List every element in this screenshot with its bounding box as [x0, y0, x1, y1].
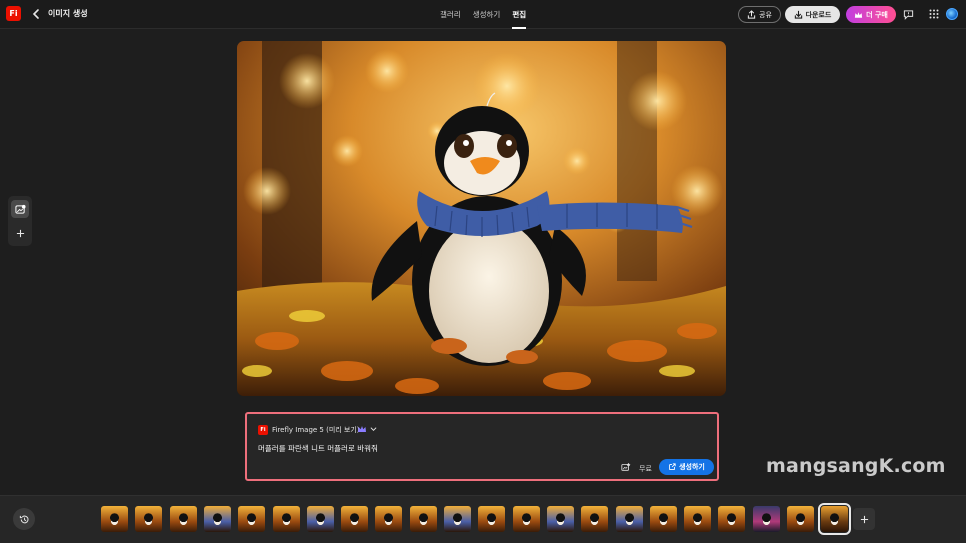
history-thumbnail[interactable] [581, 506, 609, 532]
download-icon [794, 10, 802, 19]
history-thumbnail[interactable] [818, 503, 852, 535]
history-thumbnail[interactable] [649, 506, 677, 532]
watermark: mangsangK.com [766, 455, 946, 477]
history-icon [19, 515, 29, 523]
history-thumbnail[interactable] [512, 506, 540, 532]
tab-gallery[interactable]: 갤러리 [440, 0, 461, 29]
history-thumbnail[interactable] [787, 506, 814, 532]
download-label: 다운로드 [805, 10, 832, 19]
left-toolbar [8, 196, 32, 246]
history-thumbnail[interactable] [101, 506, 128, 532]
history-thumbnail[interactable] [169, 506, 197, 532]
history-thumbnail[interactable] [203, 506, 231, 532]
reference-image-icon [14, 204, 26, 214]
add-tool-button[interactable] [11, 224, 29, 242]
reference-image-button[interactable] [11, 200, 29, 218]
tab-edit[interactable]: 편집 [512, 0, 527, 29]
user-avatar[interactable] [946, 8, 958, 20]
plus-icon [16, 229, 24, 237]
buy-more-label: 더 구매 [866, 10, 888, 19]
top-bar: Fi 이미지 생성 갤러리 생성하기 편집 공유 다운로드 더 구매 [0, 0, 966, 29]
plus-icon [860, 515, 868, 523]
history-button[interactable] [13, 508, 35, 530]
history-thumbnail[interactable] [444, 506, 471, 532]
style-reference-icon[interactable] [621, 462, 631, 472]
generated-image[interactable] [237, 41, 726, 396]
firefly-logo[interactable]: Fi [6, 6, 21, 21]
share-icon [747, 10, 756, 19]
page-title: 이미지 생성 [48, 9, 88, 18]
mode-tabs: 갤러리 생성하기 편집 [440, 0, 538, 29]
credit-cost-label: 무료 [639, 465, 652, 473]
history-thumbnail[interactable] [341, 506, 369, 532]
history-thumbnail[interactable] [718, 506, 746, 532]
history-strip [0, 495, 966, 543]
share-label: 공유 [759, 10, 772, 19]
crown-icon [855, 11, 863, 18]
history-thumbnail[interactable] [409, 506, 437, 532]
model-logo: Fi [258, 425, 268, 435]
download-button[interactable]: 다운로드 [785, 6, 840, 23]
chevron-down-icon[interactable] [370, 426, 377, 432]
history-thumbnail[interactable] [478, 506, 506, 532]
penguin-image [237, 41, 726, 396]
history-thumbnail[interactable] [306, 506, 334, 532]
prompt-panel: Fi Firefly Image 5 (미리 보기) 머플러를 파란색 니트 머… [245, 412, 719, 481]
history-thumbnail[interactable] [375, 506, 403, 532]
prompt-input[interactable]: 머플러를 파란색 니트 머플러로 바꿔줘 [258, 443, 378, 454]
history-thumbnail[interactable] [135, 506, 163, 532]
share-button[interactable]: 공유 [738, 6, 781, 23]
buy-more-button[interactable]: 더 구매 [846, 6, 896, 23]
model-selector[interactable]: Firefly Image 5 (미리 보기) [272, 425, 360, 435]
add-image-button[interactable] [853, 508, 875, 530]
generate-icon [669, 463, 676, 470]
history-thumbnail[interactable] [272, 506, 300, 532]
premium-crown-icon [358, 426, 366, 432]
apps-grid-icon[interactable] [929, 9, 939, 19]
feedback-icon[interactable] [903, 9, 914, 20]
history-thumbnail[interactable] [238, 506, 266, 532]
generate-button[interactable]: 생성하기 [659, 459, 714, 475]
history-thumbnail[interactable] [546, 506, 574, 532]
history-thumbnail[interactable] [684, 506, 712, 532]
back-chevron-icon[interactable] [31, 8, 41, 20]
tab-generate[interactable]: 생성하기 [473, 0, 501, 29]
history-thumbnail[interactable] [752, 506, 780, 532]
generate-label: 생성하기 [679, 463, 705, 471]
history-thumbnail[interactable] [615, 506, 643, 532]
